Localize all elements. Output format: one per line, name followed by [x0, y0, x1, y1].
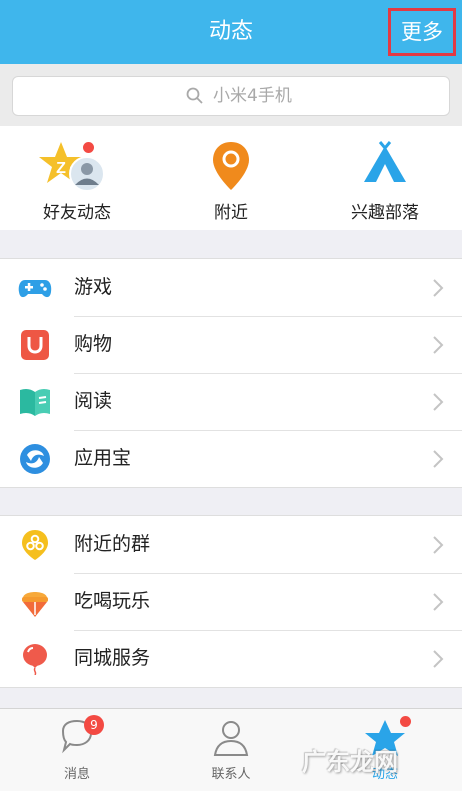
tent-icon: [362, 140, 408, 196]
gamepad-icon: [18, 272, 52, 304]
person-icon: [211, 717, 251, 763]
nearby-group-icon: [18, 529, 52, 561]
location-pin-icon: [211, 140, 251, 196]
watermark: 广东龙网: [302, 748, 398, 776]
notification-dot: [83, 142, 94, 153]
search-placeholder: 小米4手机: [213, 86, 292, 106]
menu-item-city-service[interactable]: 同城服务: [0, 630, 462, 687]
tab-messages[interactable]: 9 消息: [0, 709, 154, 791]
menu-item-nearby-groups[interactable]: 附近的群: [0, 516, 462, 573]
top-bar: 动态 更多: [0, 0, 462, 64]
chevron-right-icon: [432, 335, 444, 359]
menu-item-food-fun[interactable]: 吃喝玩乐: [0, 573, 462, 630]
chevron-right-icon: [432, 278, 444, 302]
menu-item-shopping[interactable]: 购物: [0, 316, 462, 373]
notification-dot: [400, 716, 411, 727]
unread-badge: 9: [84, 715, 104, 735]
search-area: 小米4手机: [0, 64, 462, 126]
menu-item-game[interactable]: 游戏: [0, 259, 462, 316]
chevron-right-icon: [432, 449, 444, 473]
chevron-right-icon: [432, 649, 444, 673]
chevron-right-icon: [432, 392, 444, 416]
book-icon: [18, 386, 52, 418]
menu-label: 购物: [74, 333, 113, 355]
tab-label: 联系人: [211, 767, 251, 782]
menu-label: 阅读: [74, 390, 113, 412]
ice-cream-icon: [18, 586, 52, 618]
menu-label: 附近的群: [74, 533, 151, 555]
menu-group-2: 附近的群 吃喝玩乐 同城服务: [0, 515, 462, 688]
menu-label: 吃喝玩乐: [74, 590, 151, 612]
tab-label: 消息: [63, 767, 90, 782]
chevron-right-icon: [432, 535, 444, 559]
more-button[interactable]: 更多: [388, 8, 456, 56]
quick-entries: Z 好友动态 附近 兴趣部落: [0, 126, 462, 230]
menu-label: 游戏: [74, 276, 113, 298]
svg-text:Z: Z: [56, 160, 66, 177]
quick-nearby[interactable]: 附近: [154, 126, 308, 230]
menu-label: 同城服务: [74, 647, 151, 669]
app-store-icon: [18, 443, 52, 475]
search-icon: [185, 86, 205, 110]
balloon-icon: [18, 643, 52, 676]
menu-group-1: 游戏 购物 阅读 应用宝: [0, 258, 462, 488]
quick-label: 附近: [214, 203, 248, 223]
shopping-bag-icon: [18, 329, 52, 361]
tab-contacts[interactable]: 联系人: [154, 709, 308, 791]
friend-star-icon: Z: [37, 140, 117, 192]
quick-friend-feed[interactable]: Z 好友动态: [0, 126, 154, 230]
quick-label: 兴趣部落: [351, 203, 419, 223]
chevron-right-icon: [432, 592, 444, 616]
quick-label: 好友动态: [43, 203, 111, 223]
search-input[interactable]: 小米4手机: [12, 76, 450, 116]
menu-item-app-store[interactable]: 应用宝: [0, 430, 462, 487]
menu-label: 应用宝: [74, 447, 132, 469]
quick-interest-tribe[interactable]: 兴趣部落: [308, 126, 462, 230]
menu-item-reading[interactable]: 阅读: [0, 373, 462, 430]
